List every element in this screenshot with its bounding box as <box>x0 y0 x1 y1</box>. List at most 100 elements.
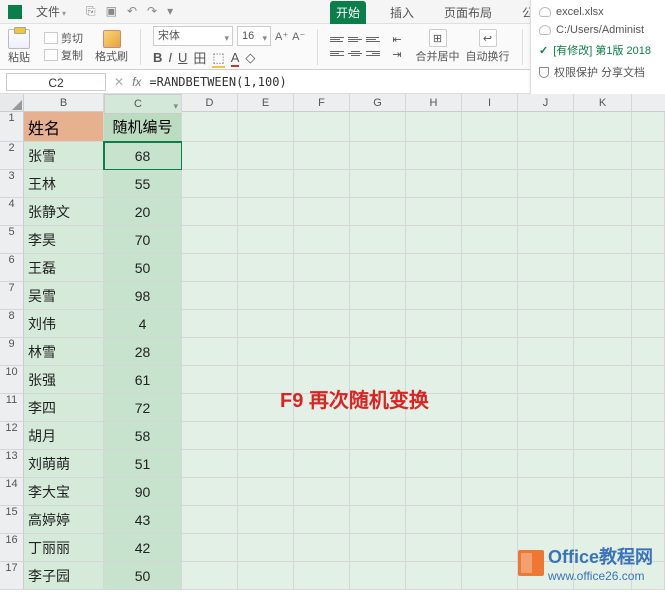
cell-random[interactable]: 20 <box>104 198 182 226</box>
cell-empty[interactable] <box>182 198 665 226</box>
column-header-G[interactable]: G <box>350 94 406 111</box>
cell-name[interactable]: 王林 <box>24 170 104 198</box>
column-header-H[interactable]: H <box>406 94 462 111</box>
column-header-D[interactable]: D <box>182 94 238 111</box>
cell-random[interactable]: 50 <box>104 562 182 590</box>
cell-name[interactable]: 李昊 <box>24 226 104 254</box>
copy-button[interactable]: 复制 <box>44 47 83 63</box>
cell-random[interactable]: 58 <box>104 422 182 450</box>
cell-random[interactable]: 98 <box>104 282 182 310</box>
row-header[interactable]: 16 <box>0 534 24 562</box>
bold-button[interactable]: B <box>153 50 162 65</box>
select-all-corner[interactable] <box>0 94 24 111</box>
cell-empty[interactable] <box>182 282 665 310</box>
cell-empty[interactable] <box>182 422 665 450</box>
row-header[interactable]: 5 <box>0 226 24 254</box>
row-header[interactable]: 11 <box>0 394 24 422</box>
row-header[interactable]: 7 <box>0 282 24 310</box>
cell-name[interactable]: 张强 <box>24 366 104 394</box>
cell-name[interactable]: 高婷婷 <box>24 506 104 534</box>
cell-random[interactable]: 68 <box>104 142 182 170</box>
row-header[interactable]: 2 <box>0 142 24 170</box>
font-color-button[interactable]: A <box>231 50 240 65</box>
column-header-C[interactable]: C <box>104 94 182 114</box>
cell-name[interactable]: 刘萌萌 <box>24 450 104 478</box>
fill-color-button[interactable]: ⬚ <box>212 50 224 66</box>
cell-empty[interactable] <box>182 338 665 366</box>
cell-random[interactable]: 61 <box>104 366 182 394</box>
row-header[interactable]: 6 <box>0 254 24 282</box>
qat-redo-icon[interactable]: ↷ <box>147 4 157 19</box>
underline-button[interactable]: U <box>178 50 187 65</box>
column-header-K[interactable]: K <box>574 94 632 111</box>
paste-button[interactable]: 粘贴 <box>8 29 30 65</box>
font-size-select[interactable]: 16 <box>237 26 271 46</box>
column-header-I[interactable]: I <box>462 94 518 111</box>
row-header[interactable]: 3 <box>0 170 24 198</box>
row-header[interactable]: 13 <box>0 450 24 478</box>
indent-decrease-icon[interactable]: ⇤ <box>392 33 401 46</box>
cell-empty[interactable] <box>182 450 665 478</box>
header-random[interactable]: 随机编号 <box>104 112 182 142</box>
cut-button[interactable]: 剪切 <box>44 30 83 46</box>
wrap-button[interactable]: ↩ 自动换行 <box>466 29 510 64</box>
cell-empty[interactable] <box>182 254 665 282</box>
cell-empty[interactable] <box>182 226 665 254</box>
cell-random[interactable]: 51 <box>104 450 182 478</box>
column-header-E[interactable]: E <box>238 94 294 111</box>
cell-empty[interactable] <box>182 366 665 394</box>
cell-random[interactable]: 72 <box>104 394 182 422</box>
clear-format-button[interactable]: ◇ <box>245 50 255 66</box>
tab-home[interactable]: 开始 <box>330 1 366 24</box>
cell-random[interactable]: 55 <box>104 170 182 198</box>
name-box[interactable]: C2 <box>6 73 106 91</box>
tab-layout[interactable]: 页面布局 <box>438 1 498 24</box>
row-header[interactable]: 8 <box>0 310 24 338</box>
spreadsheet-grid[interactable]: BCDEFGHIJK 1姓名随机编号2张雪683王林554张静文205李昊706… <box>0 94 665 590</box>
font-name-select[interactable]: 宋体 <box>153 26 233 46</box>
cell-empty[interactable] <box>182 310 665 338</box>
row-header[interactable]: 9 <box>0 338 24 366</box>
qat-more-icon[interactable]: ▾ <box>167 4 173 19</box>
align-middle-icon[interactable] <box>348 34 362 46</box>
cell-random[interactable]: 43 <box>104 506 182 534</box>
cell-name[interactable]: 张雪 <box>24 142 104 170</box>
cell-name[interactable]: 林雪 <box>24 338 104 366</box>
row-header[interactable]: 15 <box>0 506 24 534</box>
align-left-icon[interactable] <box>330 48 344 60</box>
header-name[interactable]: 姓名 <box>24 112 104 142</box>
indent-increase-icon[interactable]: ⇥ <box>392 48 401 61</box>
cell-name[interactable]: 王磊 <box>24 254 104 282</box>
cell-random[interactable]: 42 <box>104 534 182 562</box>
row-header[interactable]: 4 <box>0 198 24 226</box>
border-button[interactable]: 田 <box>193 48 206 67</box>
cell-random[interactable]: 90 <box>104 478 182 506</box>
qat-save-icon[interactable]: ⎘ <box>86 4 96 19</box>
row-header[interactable]: 10 <box>0 366 24 394</box>
align-top-icon[interactable] <box>330 34 344 46</box>
cell-empty[interactable] <box>182 394 665 422</box>
cell-empty[interactable] <box>182 112 665 142</box>
cell-name[interactable]: 李子园 <box>24 562 104 590</box>
cell-empty[interactable] <box>182 142 665 170</box>
cell-random[interactable]: 50 <box>104 254 182 282</box>
column-header-F[interactable]: F <box>294 94 350 111</box>
row-header[interactable]: 17 <box>0 562 24 590</box>
cell-random[interactable]: 70 <box>104 226 182 254</box>
file-menu[interactable]: 文件▾ <box>36 3 66 20</box>
qat-undo-icon[interactable]: ↶ <box>127 4 137 19</box>
cell-name[interactable]: 张静文 <box>24 198 104 226</box>
cell-name[interactable]: 吴雪 <box>24 282 104 310</box>
cell-empty[interactable] <box>182 506 665 534</box>
cell-random[interactable]: 28 <box>104 338 182 366</box>
cell-name[interactable]: 刘伟 <box>24 310 104 338</box>
cell-empty[interactable] <box>182 170 665 198</box>
merge-button[interactable]: ⊞ 合并居中 <box>416 29 460 64</box>
row-header[interactable]: 14 <box>0 478 24 506</box>
cell-random[interactable]: 4 <box>104 310 182 338</box>
tab-insert[interactable]: 插入 <box>384 1 420 24</box>
fx-icon[interactable]: fx <box>132 75 141 89</box>
column-header-B[interactable]: B <box>24 94 104 111</box>
cell-name[interactable]: 李大宝 <box>24 478 104 506</box>
increase-font-icon[interactable]: A⁺ <box>275 30 288 43</box>
